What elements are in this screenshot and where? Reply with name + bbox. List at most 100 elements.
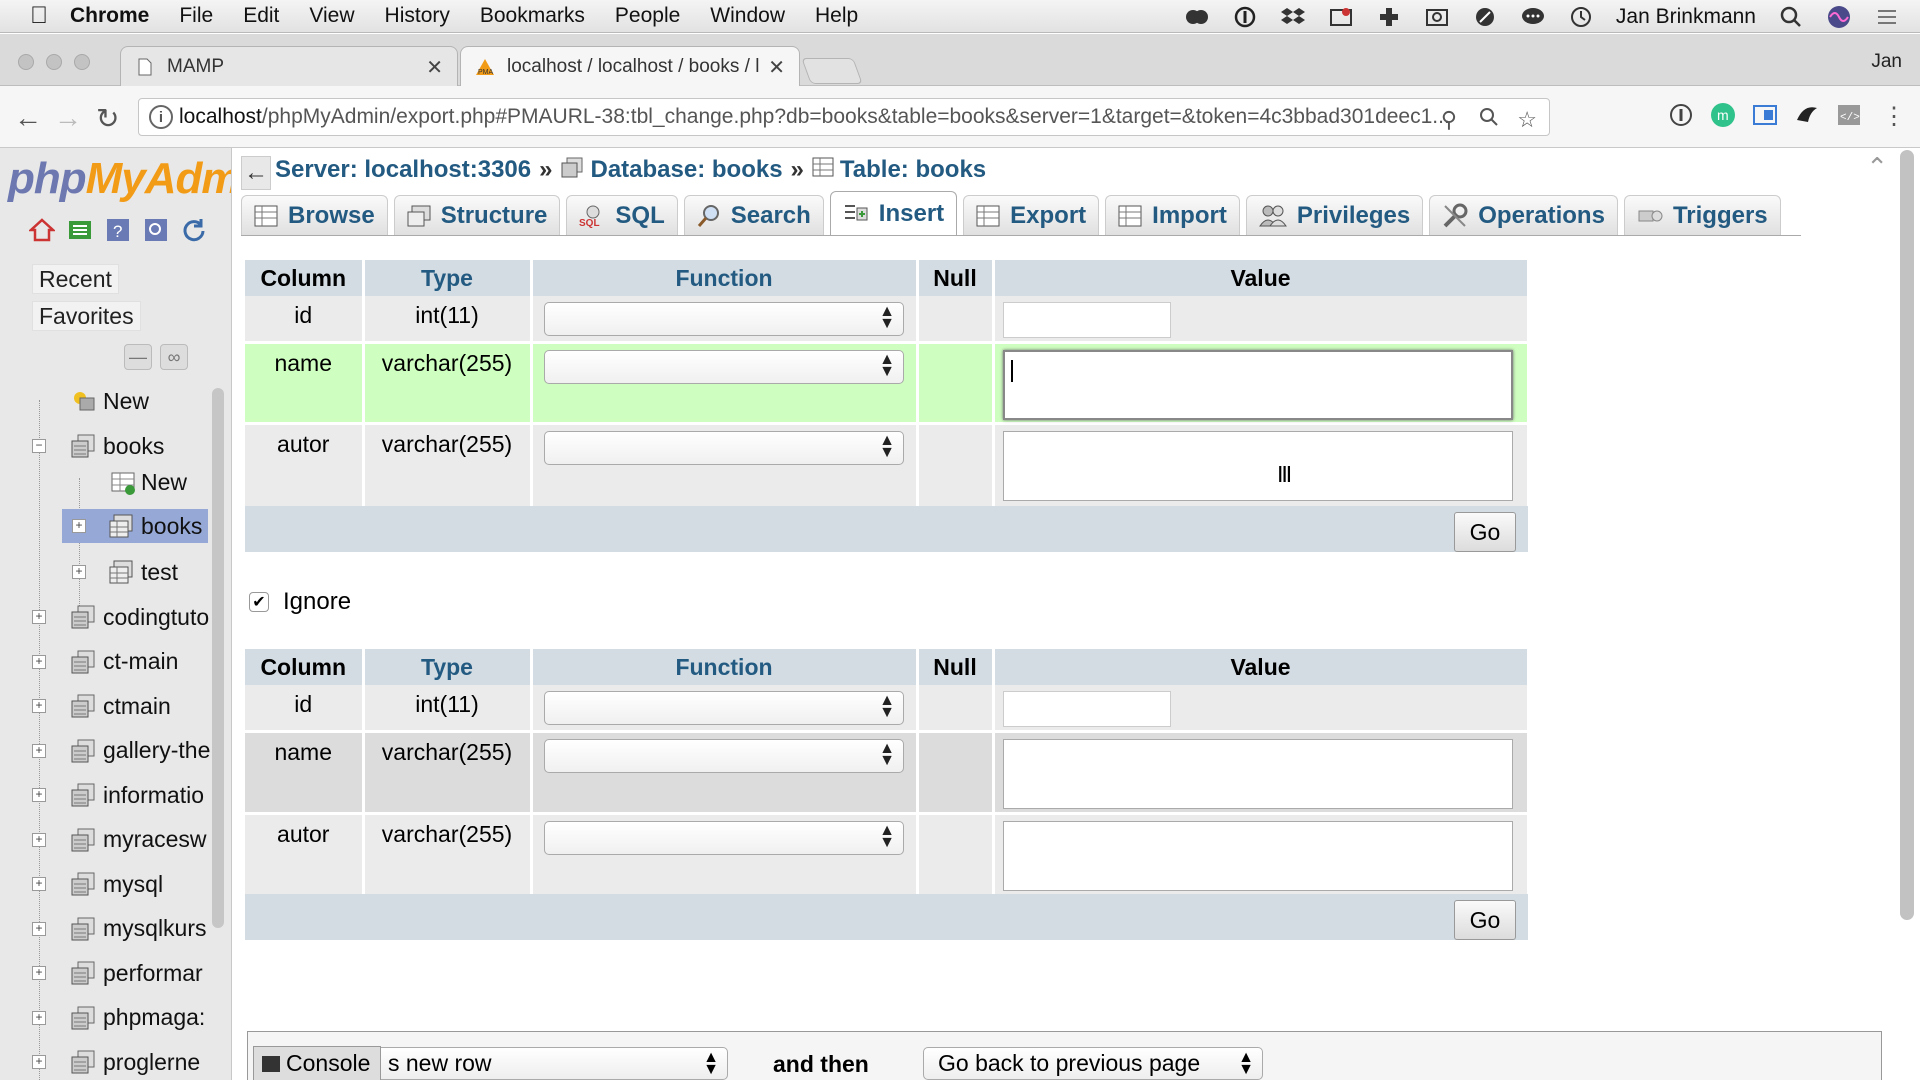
creative-cloud-icon[interactable] (1184, 5, 1210, 29)
header-type[interactable]: Type (363, 260, 533, 296)
bookmark-star-icon[interactable]: ☆ (1517, 107, 1537, 133)
password-manager-icon[interactable] (1232, 5, 1258, 29)
close-tab-icon[interactable]: ✕ (768, 55, 785, 80)
function-select[interactable]: ▲ ▼ (544, 738, 904, 773)
after-insert-select[interactable]: Go back to previous page ▲ ▼ (923, 1047, 1263, 1080)
devtools-extension-icon[interactable]: </> (1836, 102, 1862, 128)
m-extension-icon[interactable]: m (1710, 102, 1736, 128)
value-textarea-name[interactable] (1002, 349, 1513, 420)
breadcrumb-table[interactable]: Table: books (840, 156, 986, 184)
value-input-id[interactable] (1002, 302, 1171, 338)
time-machine-icon[interactable] (1568, 5, 1594, 29)
tree-database-item[interactable]: + codingtuto (0, 600, 212, 634)
favorite-tables-button[interactable]: Favorites (32, 301, 141, 331)
menu-window[interactable]: Window (710, 4, 785, 28)
apple-icon[interactable]:  (30, 2, 70, 30)
notification-center-icon[interactable] (1874, 5, 1900, 29)
tab-browse[interactable]: Browse (241, 195, 388, 235)
value-input-id[interactable] (1002, 691, 1171, 727)
camera-icon[interactable] (1424, 5, 1450, 29)
help-icon[interactable]: ? (104, 216, 132, 244)
tab-privileges[interactable]: Privileges (1245, 195, 1424, 235)
chat-bubble-icon[interactable] (1520, 5, 1546, 29)
value-textarea-autor[interactable] (1002, 820, 1513, 891)
tree-new-database[interactable]: New (0, 384, 212, 418)
collapse-icon[interactable]: − (32, 439, 46, 453)
menu-view[interactable]: View (309, 4, 354, 28)
phpmyadmin-logo[interactable]: phpMyAdmi (8, 154, 231, 204)
tree-database-item[interactable]: + ctmain (0, 689, 212, 723)
logout-icon[interactable] (66, 216, 94, 244)
browser-tab-phpmyadmin[interactable]: PMA localhost / localhost / books / l ✕ (460, 46, 800, 86)
window-close-button[interactable] (18, 54, 34, 70)
function-select[interactable]: ▲ ▼ (544, 430, 904, 465)
expand-icon[interactable]: + (32, 1010, 46, 1025)
zoom-icon[interactable] (1479, 107, 1499, 133)
tree-database-item[interactable]: + phpmaga: (0, 1001, 212, 1035)
menu-history[interactable]: History (385, 4, 450, 28)
tree-new-table[interactable]: New (0, 465, 212, 499)
expand-icon[interactable]: + (32, 832, 46, 847)
chrome-menu-icon[interactable]: ⋮ (1882, 102, 1908, 130)
expand-icon[interactable]: + (32, 877, 46, 891)
recent-tables-button[interactable]: Recent (32, 264, 119, 294)
header-function[interactable]: Function (531, 260, 919, 296)
menu-app-name[interactable]: Chrome (70, 4, 149, 28)
tree-database-item[interactable]: + informatio (0, 778, 212, 812)
function-select[interactable]: ▲ ▼ (544, 820, 904, 855)
function-select[interactable]: ▲ ▼ (544, 691, 904, 725)
onepassword-extension-icon[interactable] (1668, 102, 1694, 128)
browser-tab-mamp[interactable]: MAMP ✕ (120, 46, 458, 86)
home-icon[interactable] (28, 216, 56, 244)
reload-navigation-icon[interactable] (180, 216, 208, 244)
expand-icon[interactable]: + (32, 1055, 46, 1069)
collapse-all-icon[interactable]: — (124, 344, 152, 370)
expand-icon[interactable]: + (32, 610, 46, 624)
link-with-main-icon[interactable]: ∞ (160, 344, 188, 370)
tab-structure[interactable]: Structure (393, 195, 561, 235)
function-select[interactable]: ▲ ▼ (544, 349, 904, 384)
expand-icon[interactable]: + (32, 921, 46, 936)
tree-database-item[interactable]: + gallery-the (0, 734, 212, 768)
breadcrumb-database[interactable]: Database: books (590, 156, 782, 184)
menu-file[interactable]: File (179, 4, 213, 28)
value-textarea-name[interactable] (1002, 738, 1513, 809)
profile-name[interactable]: Jan (1871, 51, 1902, 73)
function-select[interactable]: ▲ ▼ (544, 302, 904, 336)
tree-database-item[interactable]: + mysqlkurs (0, 912, 212, 946)
reload-icon[interactable]: ↻ (96, 102, 119, 135)
key-icon[interactable]: ⚲ (1441, 107, 1457, 133)
go-button[interactable]: Go (1454, 900, 1516, 940)
documentation-icon[interactable] (142, 216, 170, 244)
window-zoom-button[interactable] (74, 54, 90, 70)
plus-extension-icon[interactable] (1376, 5, 1402, 29)
tab-triggers[interactable]: Triggers (1623, 195, 1781, 235)
tree-database-item[interactable]: + myracesw (0, 823, 212, 857)
collapse-sidebar-arrow-icon[interactable]: ← (241, 156, 271, 190)
tab-insert[interactable]: Insert (829, 191, 958, 235)
tree-database-item[interactable]: + ct-main (0, 645, 212, 679)
menu-user-name[interactable]: Jan Brinkmann (1616, 5, 1756, 29)
tree-database-item[interactable]: + mysql (0, 867, 212, 901)
main-scrollbar[interactable] (1900, 150, 1914, 920)
expand-icon[interactable]: + (72, 565, 86, 579)
expand-icon[interactable]: + (32, 699, 46, 713)
tree-table-test[interactable]: + test (0, 555, 212, 589)
tab-sql[interactable]: SQL SQL (566, 195, 678, 235)
feather-icon[interactable] (1472, 5, 1498, 29)
window-minimize-button[interactable] (46, 54, 62, 70)
site-info-icon[interactable]: i (149, 105, 173, 129)
tab-search[interactable]: Search (683, 195, 824, 235)
spotlight-search-icon[interactable] (1778, 5, 1804, 29)
ignore-option[interactable]: ✔ Ignore (249, 588, 351, 616)
new-tab-button[interactable] (801, 58, 863, 84)
close-tab-icon[interactable]: ✕ (426, 55, 443, 80)
forward-arrow-icon[interactable]: → (54, 102, 82, 134)
video-capture-icon[interactable] (1328, 5, 1354, 29)
breadcrumb-server[interactable]: Server: localhost:3306 (275, 156, 531, 184)
expand-icon[interactable]: + (32, 743, 46, 758)
menu-bookmarks[interactable]: Bookmarks (480, 4, 585, 28)
tree-database-item[interactable]: + proglerne (0, 1045, 212, 1079)
expand-icon[interactable]: + (32, 788, 46, 802)
expand-icon[interactable]: + (32, 966, 46, 980)
